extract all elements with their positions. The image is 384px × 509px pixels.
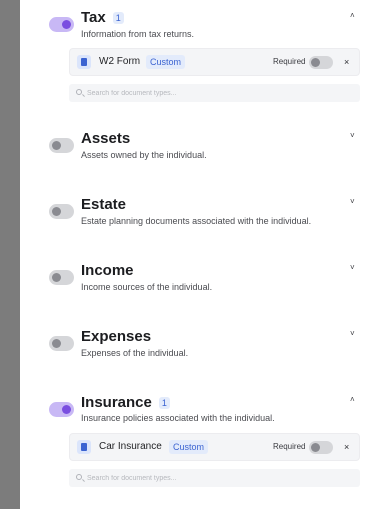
section-description: Income sources of the individual. xyxy=(81,282,213,292)
toggle-knob xyxy=(52,339,61,348)
chevron-down-icon[interactable]: ˅ xyxy=(350,198,355,206)
section-title: Insurance xyxy=(81,394,152,411)
required-label: Required xyxy=(273,442,306,451)
required-label: Required xyxy=(273,57,306,66)
chevron-down-icon[interactable]: ˅ xyxy=(350,330,355,338)
document-count-badge: 1 xyxy=(112,12,124,24)
toggle-knob xyxy=(62,20,71,29)
required-toggle[interactable] xyxy=(309,441,333,454)
document-row-w2-form: W2 Form Custom Required × xyxy=(69,48,360,76)
chevron-down-icon[interactable]: ˅ xyxy=(350,132,355,140)
chevron-up-icon[interactable]: ˄ xyxy=(350,396,355,404)
section-estate-header: Estate xyxy=(81,196,126,214)
toggle-knob xyxy=(311,58,320,67)
search-input[interactable] xyxy=(87,472,352,484)
category-settings-panel: Tax 1 Information from tax returns. ˄ W2… xyxy=(20,0,384,509)
document-icon xyxy=(77,55,91,69)
search-icon xyxy=(76,474,82,480)
section-expenses-header: Expenses xyxy=(81,328,151,346)
toggle-knob xyxy=(311,443,320,452)
chevron-down-icon[interactable]: ˅ xyxy=(350,264,355,272)
section-tax-header: Tax 1 xyxy=(81,9,124,27)
toggle-tax[interactable] xyxy=(49,17,74,32)
toggle-knob xyxy=(52,207,61,216)
close-icon[interactable]: × xyxy=(344,56,349,68)
document-type-search[interactable] xyxy=(69,84,360,102)
section-insurance-header: Insurance 1 xyxy=(81,394,170,412)
toggle-insurance[interactable] xyxy=(49,402,74,417)
section-description: Expenses of the individual. xyxy=(81,348,189,358)
custom-tag: Custom xyxy=(146,55,186,69)
section-title: Estate xyxy=(81,196,127,213)
section-description: Estate planning documents associated wit… xyxy=(81,216,312,226)
document-name: Car Insurance xyxy=(99,441,162,452)
section-title: Tax xyxy=(81,9,106,26)
document-type-search[interactable] xyxy=(69,469,360,487)
close-icon[interactable]: × xyxy=(344,441,349,453)
document-row-car-insurance: Car Insurance Custom Required × xyxy=(69,433,360,461)
required-toggle[interactable] xyxy=(309,56,333,69)
section-title: Assets xyxy=(81,130,131,147)
section-description: Information from tax returns. xyxy=(81,29,195,39)
toggle-knob xyxy=(52,141,61,150)
section-assets-header: Assets xyxy=(81,130,130,148)
section-income-header: Income xyxy=(81,262,134,280)
search-icon xyxy=(76,89,82,95)
toggle-assets[interactable] xyxy=(49,138,74,153)
toggle-knob xyxy=(62,405,71,414)
custom-tag: Custom xyxy=(169,440,209,454)
document-count-badge: 1 xyxy=(158,397,170,409)
document-icon xyxy=(77,440,91,454)
document-name: W2 Form xyxy=(99,56,141,67)
toggle-expenses[interactable] xyxy=(49,336,74,351)
toggle-estate[interactable] xyxy=(49,204,74,219)
section-title: Expenses xyxy=(81,328,152,345)
section-title: Income xyxy=(81,262,134,279)
section-description: Insurance policies associated with the i… xyxy=(81,413,275,423)
search-input[interactable] xyxy=(87,87,352,99)
toggle-knob xyxy=(52,273,61,282)
toggle-income[interactable] xyxy=(49,270,74,285)
section-description: Assets owned by the individual. xyxy=(81,150,207,160)
chevron-up-icon[interactable]: ˄ xyxy=(350,12,355,20)
backdrop-overlay xyxy=(0,0,20,509)
